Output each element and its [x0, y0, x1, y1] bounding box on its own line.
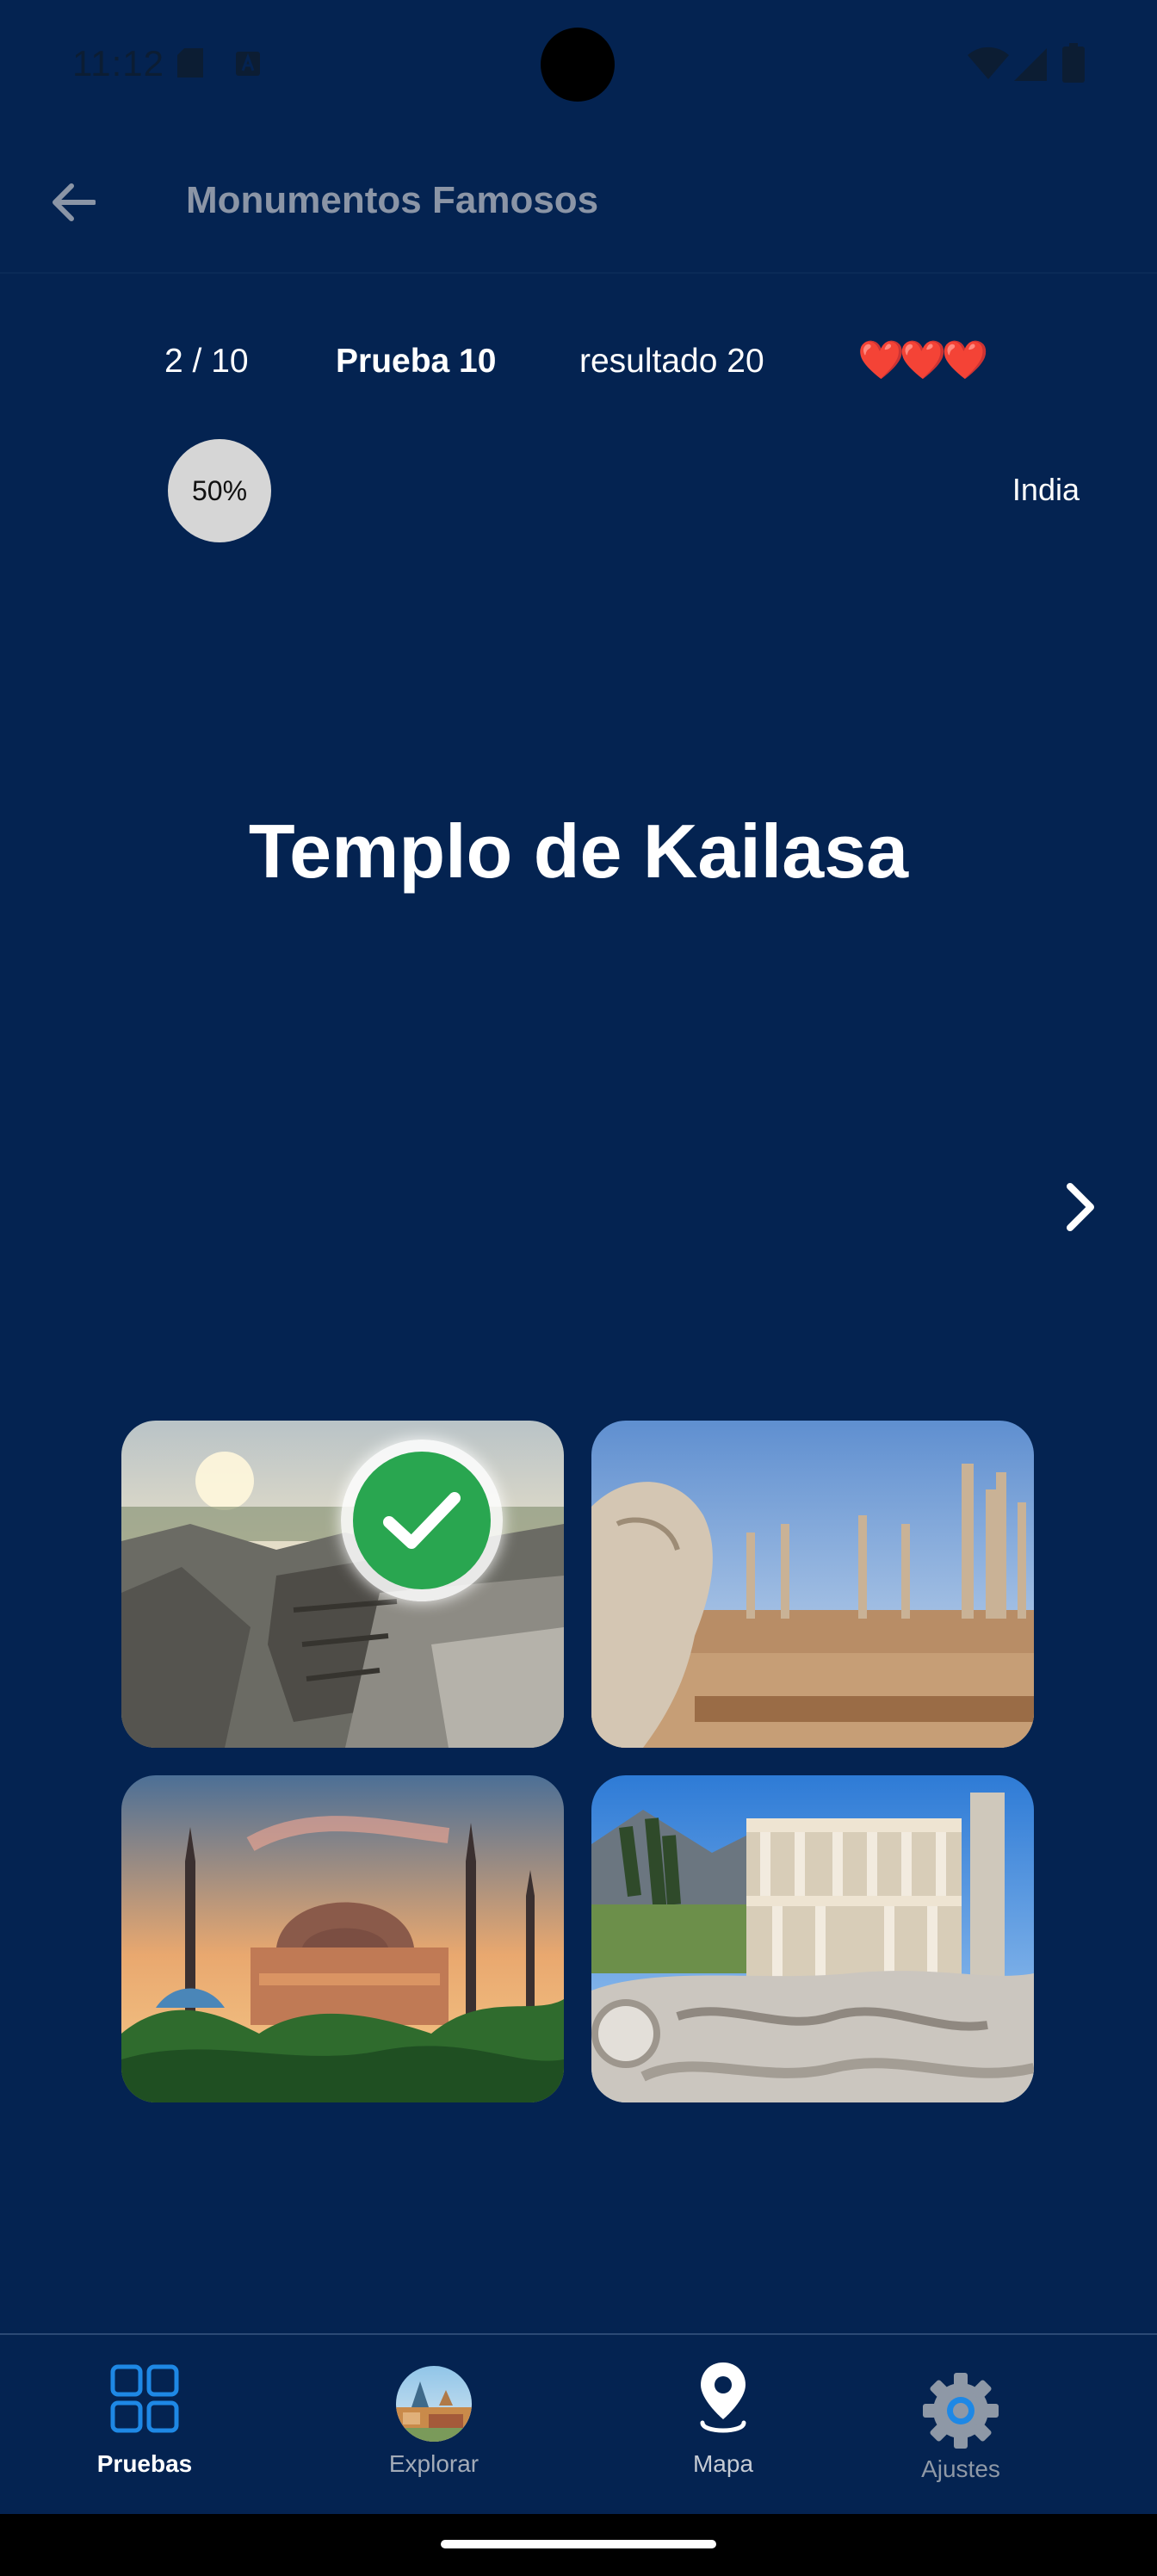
home-gesture-handle[interactable] [441, 2540, 716, 2548]
keyboard-a-icon [234, 50, 262, 82]
nav-label-mapa: Mapa [692, 2450, 754, 2477]
nav-item-pruebas[interactable]: Pruebas [50, 2359, 239, 2497]
cell-signal-icon [1014, 48, 1047, 85]
answer-option-3[interactable] [121, 1775, 564, 2102]
wifi-icon [968, 46, 1009, 85]
nav-item-explorar[interactable]: Explorar [339, 2359, 529, 2497]
status-time: 11:12 [72, 43, 164, 84]
nav-label-ajustes: Ajustes [921, 2455, 1000, 2482]
country-hint: India [1012, 472, 1080, 507]
nav-item-ajustes[interactable]: Ajustes [866, 2359, 1055, 2497]
checkmark-icon [353, 1452, 491, 1589]
battery-icon [1062, 43, 1085, 87]
globe-landmarks-icon [396, 2366, 472, 2442]
nav-item-mapa[interactable]: Mapa [628, 2359, 818, 2497]
answer-option-4[interactable] [591, 1775, 1034, 2102]
map-pin-icon [700, 2362, 746, 2433]
app-bar-divider [0, 272, 1157, 274]
front-camera [541, 28, 615, 102]
correct-answer-badge [341, 1440, 503, 1601]
page-title: Monumentos Famosos [186, 179, 599, 221]
back-button[interactable] [43, 172, 103, 232]
test-label: Prueba 10 [336, 343, 497, 380]
question-progress: 2 / 10 [164, 343, 249, 380]
nav-label-pruebas: Pruebas [96, 2450, 193, 2477]
grid-icon [110, 2364, 179, 2433]
gear-icon [923, 2373, 999, 2449]
ephesus-library-photo [591, 1775, 1034, 2102]
sd-card-icon [177, 48, 203, 82]
question-title: Templo de Kailasa [248, 808, 909, 894]
next-button[interactable] [1050, 1174, 1111, 1240]
fifty-percent-button[interactable]: 50% [168, 439, 271, 542]
kailasa-temple-photo [121, 1421, 564, 1748]
bottom-nav-divider [0, 2333, 1157, 2335]
nav-label-explorar: Explorar [388, 2450, 480, 2477]
chevron-right-icon [1067, 1183, 1094, 1231]
arrow-left-icon [53, 183, 96, 221]
result-score: resultado 20 [579, 343, 764, 380]
persepolis-photo [591, 1421, 1034, 1748]
answer-option-2[interactable] [591, 1421, 1034, 1748]
answer-option-1[interactable] [121, 1421, 564, 1748]
hagia-sophia-photo [121, 1775, 564, 2102]
lives-hearts: ❤️❤️❤️ [857, 339, 988, 381]
